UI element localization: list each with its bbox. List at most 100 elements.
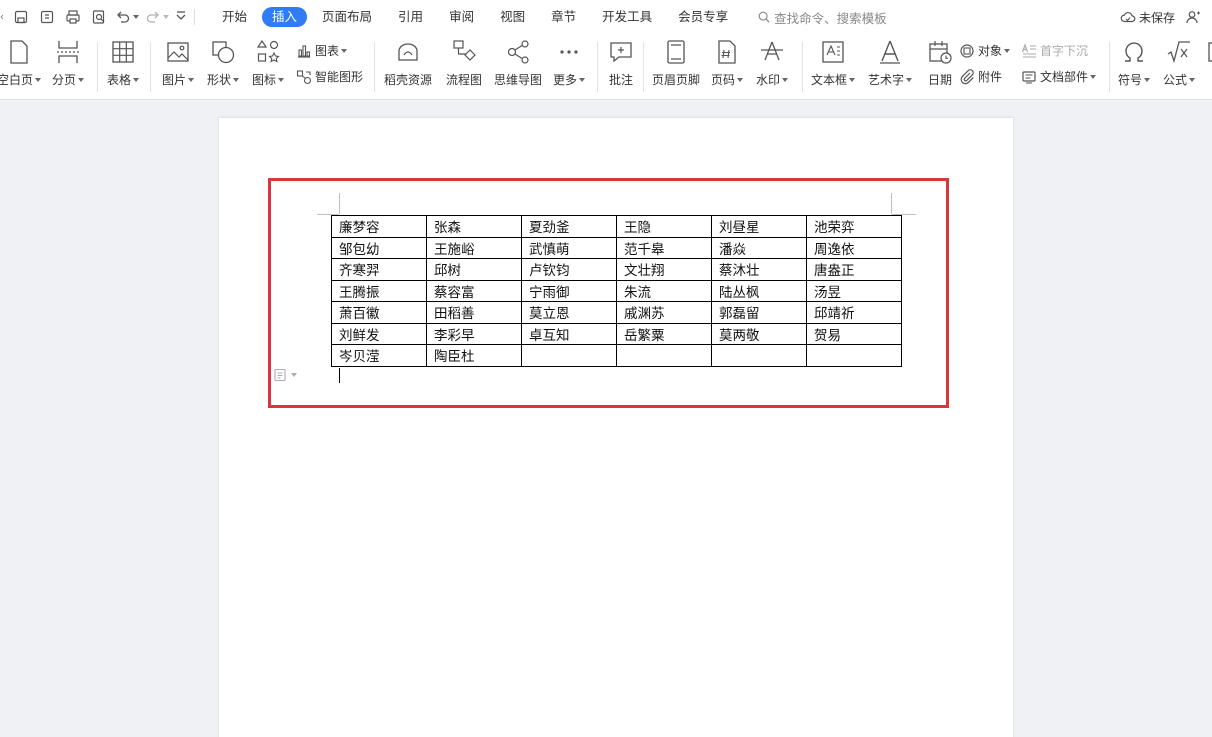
comment-label: 批注 [608,73,633,87]
chart-button[interactable]: 图表 [296,42,348,59]
shape-label: 形状 [207,73,232,87]
quick-access-toolbar [0,0,199,34]
search-icon [758,11,770,23]
chevron-down-icon [341,48,348,53]
blank-page-label: 空白页 [0,73,34,87]
date-button[interactable]: 日期 [926,38,954,88]
omega-icon [1120,38,1148,66]
header-footer-label: 页眉页脚 [652,73,701,87]
chevron-down-icon [1004,48,1011,53]
table-button[interactable]: 表格 [107,38,140,88]
tab-developer[interactable]: 开发工具 [591,7,663,27]
formula-icon [1165,38,1193,66]
smart-art-button[interactable]: 智能图形 [296,68,363,85]
ribbon-divider [374,42,375,92]
chevron-down-icon [782,77,789,82]
object-button[interactable]: 对象 [959,42,1011,59]
user-share-icon[interactable] [1185,9,1201,25]
docer-resources-button[interactable]: 稻壳资源 [384,38,432,88]
tab-section[interactable]: 章节 [540,7,587,27]
page-break-button[interactable]: 分页 [52,38,85,88]
docer-label: 稻壳资源 [384,73,433,87]
partial-icon [1206,38,1212,66]
shape-icon [209,38,237,66]
ribbon-divider [1109,42,1110,92]
watermark-button[interactable]: 水印 [756,38,789,88]
save-icon[interactable] [8,4,34,30]
search-placeholder: 查找命令、搜索模板 [774,10,887,26]
blank-page-icon [5,38,33,66]
word-art-button[interactable]: 艺术字 [868,38,913,88]
ribbon-divider [802,42,803,92]
table-icon [109,38,137,66]
drop-cap-label: 首字下沉 [1040,44,1089,58]
undo-icon[interactable] [112,4,142,30]
cloud-icon [1120,12,1136,23]
header-footer-button[interactable]: 页眉页脚 [652,38,700,88]
picture-button[interactable]: 图片 [162,38,195,88]
tab-member[interactable]: 会员专享 [667,7,739,27]
formula-label: 公式 [1163,73,1188,87]
flowchart-icon [450,38,478,66]
text-box-icon [819,38,847,66]
command-search[interactable]: 查找命令、搜索模板 [757,8,887,27]
doc-parts-button[interactable]: 文档部件 [1021,68,1097,85]
more-button[interactable]: 更多 [553,38,586,88]
chevron-down-icon [133,77,140,82]
tab-page-layout[interactable]: 页面布局 [311,7,383,27]
tab-home[interactable]: 开始 [211,7,258,27]
redo-icon[interactable] [142,4,172,30]
comment-button[interactable]: 批注 [607,38,635,88]
tab-references[interactable]: 引用 [387,7,434,27]
icons-button[interactable]: 图标 [252,38,285,88]
page-number-icon [713,38,741,66]
flowchart-button[interactable]: 流程图 [446,38,482,88]
chevron-down-icon [78,77,85,82]
chevron-left-icon[interactable] [0,4,8,30]
page-number-button[interactable]: 页码 [711,38,744,88]
object-label: 对象 [978,44,1003,58]
print-icon[interactable] [60,4,86,30]
drop-cap-button[interactable]: 首字下沉 [1021,42,1088,59]
chevron-down-icon [163,15,169,19]
symbol-button[interactable]: 符号 [1118,38,1151,88]
tab-review[interactable]: 审阅 [438,7,485,27]
text-box-button[interactable]: 文本框 [811,38,856,88]
chevron-down-icon [188,77,195,82]
page-break-icon [54,38,82,66]
drop-cap-icon [1021,42,1037,59]
symbol-label: 符号 [1118,73,1143,87]
doc-parts-label: 文档部件 [1040,70,1089,84]
ribbon-insert: 空白页 分页 表格 图片 形状 图标 图表 智能图形 稻壳资源 流程图 思维导图… [0,34,1212,100]
smart-art-icon [296,69,312,85]
paperclip-icon [959,68,975,85]
save-status-label: 未保存 [1138,10,1175,25]
tab-insert[interactable]: 插入 [262,7,308,27]
chevron-down-icon [579,77,586,82]
more-ribbon-button[interactable] [1206,38,1212,66]
shape-button[interactable]: 形状 [207,38,240,88]
chevron-down-icon [233,77,240,82]
text-box-label: 文本框 [811,73,848,87]
comment-icon [607,38,635,66]
tab-view[interactable]: 视图 [489,7,536,27]
attachment-button[interactable]: 附件 [959,68,1002,85]
menu-bar: 开始 插入 页面布局 引用 审阅 视图 章节 开发工具 会员专享 查找命令、搜索… [0,0,1212,34]
chart-label: 图表 [315,44,340,58]
mind-map-button[interactable]: 思维导图 [494,38,542,88]
highlight-box [268,178,949,408]
date-label: 日期 [927,73,952,87]
chevron-down-icon [35,77,42,82]
formula-button[interactable]: 公式 [1163,38,1196,88]
calendar-icon [926,38,954,66]
print-preview-icon[interactable] [86,4,112,30]
customize-icon[interactable] [172,4,190,30]
export-pdf-icon[interactable] [34,4,60,30]
page-number-label: 页码 [711,73,736,87]
chevron-down-icon [133,15,139,19]
blank-page-button[interactable]: 空白页 [0,38,42,88]
chevron-down-icon [906,77,913,82]
save-status[interactable]: 未保存 [1120,0,1204,34]
object-icon [959,43,975,59]
ribbon-divider [150,42,151,92]
